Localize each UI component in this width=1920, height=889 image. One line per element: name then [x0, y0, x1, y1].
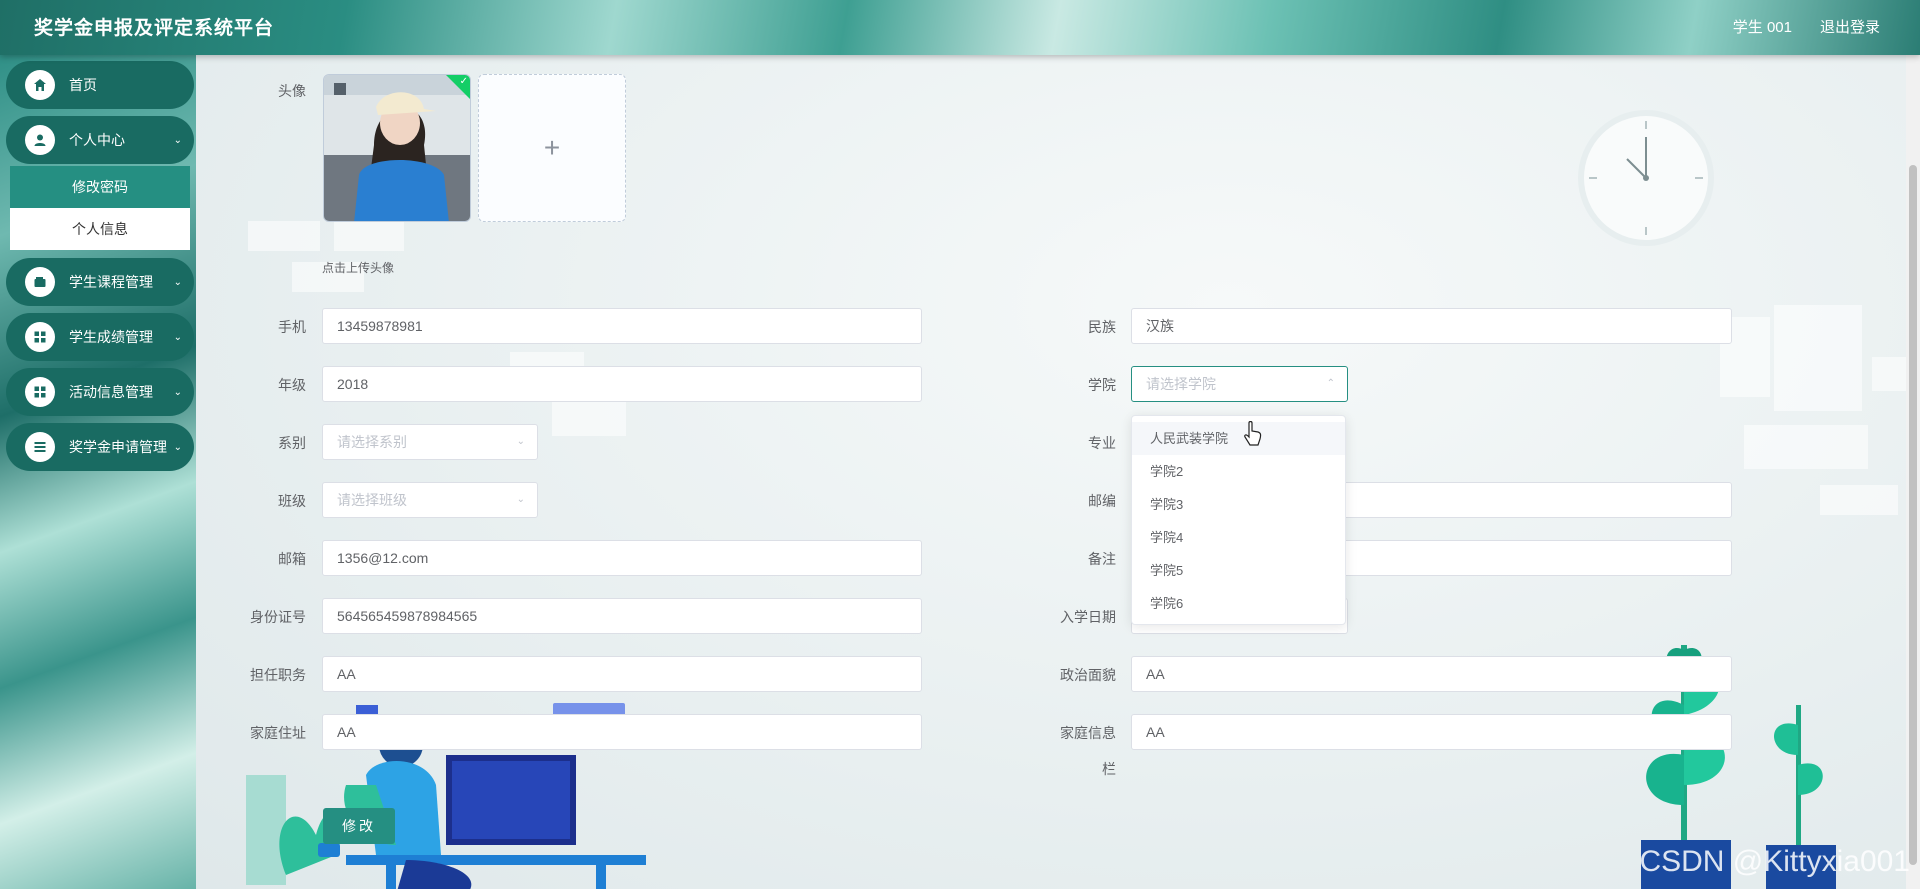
college-select[interactable]: 请选择学院 ⌃: [1131, 366, 1348, 402]
chevron-down-icon: ⌄: [173, 134, 182, 146]
grade-input[interactable]: 2018: [322, 366, 922, 402]
scrollbar[interactable]: [1906, 55, 1920, 889]
dropdown-option[interactable]: 学院3: [1132, 488, 1345, 521]
college-dropdown: 人民武装学院 学院2 学院3 学院4 学院5 学院6: [1131, 415, 1346, 625]
ethnicity-input[interactable]: 汉族: [1131, 308, 1732, 344]
remark-label: 备注: [1088, 551, 1116, 567]
enroll-date-label: 入学日期: [1060, 609, 1116, 625]
check-icon: ✓: [459, 76, 468, 87]
grid-icon: [25, 322, 55, 352]
grid-icon: [25, 377, 55, 407]
family-info-input[interactable]: AA: [1131, 714, 1732, 750]
family-info-label-cont: 栏: [1102, 761, 1116, 777]
decor-tile: [1872, 357, 1906, 391]
avatar-label: 头像: [278, 83, 306, 99]
dropdown-option[interactable]: 学院2: [1132, 455, 1345, 488]
department-label: 系别: [278, 435, 306, 451]
decor-tile: [1820, 485, 1898, 515]
sidebar-item-label: 活动信息管理: [69, 384, 153, 400]
department-placeholder: 请选择系别: [337, 434, 407, 450]
decor-tile: [334, 221, 404, 251]
sidebar-item-course-management[interactable]: 学生课程管理 ⌄: [6, 258, 194, 306]
family-info-label: 家庭信息: [1060, 725, 1116, 741]
id-number-input[interactable]: 564565459878984565: [322, 598, 922, 634]
hand-cursor-icon: [1242, 420, 1264, 450]
avatar-image[interactable]: ✓: [323, 74, 471, 222]
postcode-label: 邮编: [1088, 493, 1116, 509]
clock-illustration: [1575, 107, 1717, 249]
chevron-down-icon: ⌄: [173, 276, 182, 288]
chevron-up-icon: ⌃: [1326, 378, 1335, 389]
college-placeholder: 请选择学院: [1146, 376, 1216, 392]
submit-button[interactable]: 修改: [323, 808, 395, 844]
political-status-label: 政治面貌: [1060, 667, 1116, 683]
chevron-down-icon: ⌄: [516, 436, 525, 447]
decor-tile: [248, 221, 320, 251]
dropdown-option[interactable]: 人民武装学院: [1132, 422, 1345, 455]
sidebar: 首页 个人中心 ⌄ 修改密码 个人信息 学生课程管理 ⌄ 学生成绩管理 ⌄ 活动…: [0, 55, 196, 889]
decor-tile: [1774, 305, 1862, 411]
sidebar-item-label: 个人中心: [69, 132, 125, 148]
email-input[interactable]: 1356@12.com: [322, 540, 922, 576]
class-label: 班级: [278, 493, 306, 509]
major-label: 专业: [1088, 435, 1116, 451]
sidebar-item-label: 奖学金申请管理: [69, 439, 167, 455]
chevron-down-icon: ⌄: [173, 441, 182, 453]
sidebar-item-label: 首页: [69, 77, 97, 93]
decor-tile: [1744, 425, 1868, 469]
current-user-label: 学生 001: [1732, 19, 1792, 36]
class-select[interactable]: 请选择班级 ⌄: [322, 482, 538, 518]
id-number-label: 身份证号: [250, 609, 306, 625]
position-label: 担任职务: [250, 667, 306, 683]
dropdown-option[interactable]: 学院4: [1132, 521, 1345, 554]
app-title: 奖学金申报及评定系统平台: [34, 17, 275, 39]
main-content: 头像 ✓ + 点击上传头像 手机 13459878981 年级 2018 系别 …: [196, 55, 1920, 889]
list-icon: [25, 432, 55, 462]
wallet-icon: [25, 267, 55, 297]
chevron-down-icon: ⌄: [173, 386, 182, 398]
submenu-change-password[interactable]: 修改密码: [10, 166, 190, 208]
sidebar-item-scholarship-management[interactable]: 奖学金申请管理 ⌄: [6, 423, 194, 471]
grade-label: 年级: [278, 377, 306, 393]
chevron-down-icon: ⌄: [173, 331, 182, 343]
watermark-text: CSDN @Kittyxia001: [1639, 845, 1910, 878]
phone-label: 手机: [278, 319, 306, 335]
sidebar-item-personal-center[interactable]: 个人中心 ⌄: [6, 116, 194, 164]
email-label: 邮箱: [278, 551, 306, 567]
class-placeholder: 请选择班级: [337, 492, 407, 508]
logout-link[interactable]: 退出登录: [1820, 16, 1880, 37]
political-status-input[interactable]: AA: [1131, 656, 1732, 692]
submenu-personal-info[interactable]: 个人信息: [10, 208, 190, 250]
upload-hint: 点击上传头像: [322, 261, 395, 275]
dropdown-option[interactable]: 学院5: [1132, 554, 1345, 587]
scrollbar-thumb[interactable]: [1909, 165, 1917, 865]
user-icon: [25, 125, 55, 155]
position-input[interactable]: AA: [322, 656, 922, 692]
decor-tile: [552, 402, 626, 436]
dropdown-option[interactable]: 学院6: [1132, 587, 1345, 620]
phone-input[interactable]: 13459878981: [322, 308, 922, 344]
sidebar-item-label: 学生成绩管理: [69, 329, 153, 345]
upload-avatar-button[interactable]: +: [478, 74, 626, 222]
sidebar-item-activity-management[interactable]: 活动信息管理 ⌄: [6, 368, 194, 416]
home-icon: [25, 70, 55, 100]
plus-icon: +: [543, 132, 561, 163]
ethnicity-label: 民族: [1088, 319, 1116, 335]
sidebar-item-grade-management[interactable]: 学生成绩管理 ⌄: [6, 313, 194, 361]
home-address-label: 家庭住址: [250, 725, 306, 741]
college-label: 学院: [1088, 377, 1116, 393]
sidebar-item-label: 学生课程管理: [69, 274, 153, 290]
chevron-down-icon: ⌄: [516, 494, 525, 505]
department-select[interactable]: 请选择系别 ⌄: [322, 424, 538, 460]
top-header: 奖学金申报及评定系统平台 学生 001 退出登录: [0, 0, 1920, 55]
home-address-input[interactable]: AA: [322, 714, 922, 750]
sidebar-item-home[interactable]: 首页: [6, 61, 194, 109]
